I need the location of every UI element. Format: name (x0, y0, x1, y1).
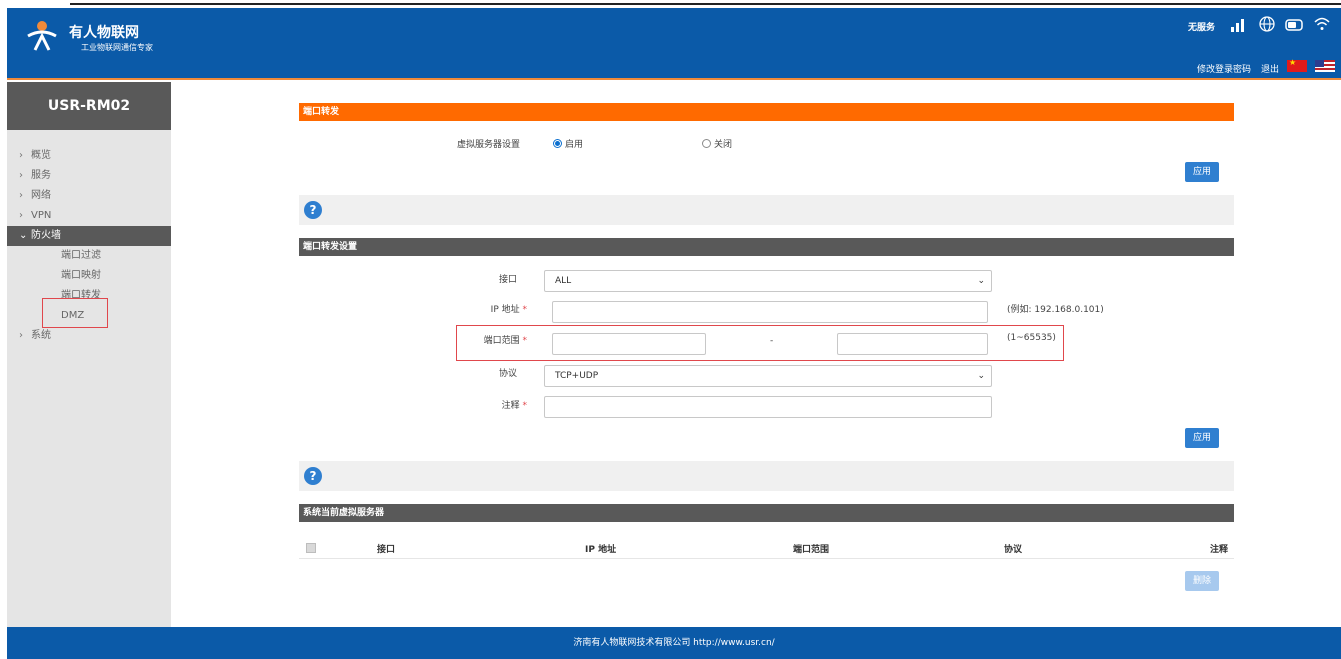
required-mark: * (522, 305, 528, 315)
sidebar-item-system[interactable]: › 系统 (7, 326, 171, 346)
sidebar-item-label: 系统 (31, 330, 51, 341)
main-content: 端口转发 虚拟服务器设置 启用 关闭 应用 ? 端口转发设置 接口 ALL ⌄ I… (171, 82, 1341, 627)
column-header-protocol: 协议 (1004, 545, 1023, 555)
sidebar-item-services[interactable]: › 服务 (7, 166, 171, 186)
disable-radio[interactable]: 关闭 (702, 137, 732, 150)
top-divider (70, 3, 1341, 5)
globe-icon (1259, 16, 1275, 32)
comment-label: 注释 * (407, 398, 527, 411)
ip-label-text: IP 地址 (490, 305, 520, 315)
radio-dot-icon (702, 139, 711, 148)
select-all-checkbox[interactable] (306, 543, 316, 553)
service-status: 无服务 (1187, 23, 1215, 33)
chevron-right-icon: › (19, 190, 23, 201)
column-header-interface: 接口 (377, 545, 396, 555)
sidebar: USR-RM02 › 概览 › 服务 › 网络 › VPN ⌄ 防火墙 端口过滤 端口映射… (7, 82, 171, 627)
sidebar-subitem-port-mapping[interactable]: 端口映射 (7, 266, 171, 286)
interface-select[interactable]: ALL ⌄ (544, 270, 992, 292)
sidebar-subitem-port-filter[interactable]: 端口过滤 (7, 246, 171, 266)
column-header-comment: 注释 (1210, 545, 1229, 555)
required-mark: * (522, 336, 528, 346)
sidebar-item-label: 网络 (31, 190, 51, 201)
protocol-label: 协议 (397, 366, 517, 379)
port-range-label: 端口范围 * (407, 333, 527, 346)
virtual-server-label: 虚拟服务器设置 (457, 140, 521, 150)
help-bar-1: ? (299, 195, 1234, 225)
chevron-down-icon: ⌄ (19, 230, 28, 241)
required-mark: * (522, 401, 528, 411)
column-header-port-range: 端口范围 (793, 545, 830, 555)
protocol-select[interactable]: TCP+UDP ⌄ (544, 365, 992, 387)
chevron-down-icon: ⌄ (977, 276, 985, 286)
port-forward-settings-title: 端口转发设置 (299, 238, 1234, 256)
current-servers-title: 系统当前虚拟服务器 (299, 504, 1234, 522)
usa-flag-icon[interactable] (1315, 60, 1335, 72)
sidebar-item-label: VPN (31, 210, 52, 221)
sidebar-item-label: 防火墙 (31, 230, 61, 241)
usr-logo-icon (27, 21, 57, 51)
port-range-label-text: 端口范围 (483, 336, 520, 346)
chevron-right-icon: › (19, 330, 23, 341)
comment-input[interactable] (544, 396, 992, 418)
interface-select-value: ALL (555, 276, 572, 286)
protocol-label-text: 协议 (498, 369, 517, 379)
port-end-input[interactable] (837, 333, 988, 355)
footer: 济南有人物联网技术有限公司 http://www.usr.cn/ (7, 627, 1341, 659)
sidebar-item-overview[interactable]: › 概览 (7, 146, 171, 166)
comment-label-text: 注释 (501, 401, 520, 411)
sidebar-item-firewall[interactable]: ⌄ 防火墙 (7, 226, 171, 246)
header-bar: 有人物联网 工业物联网通信专家 无服务 修改登录密码 退出 (7, 8, 1341, 80)
port-start-input[interactable] (552, 333, 706, 355)
radio-dot-icon (553, 139, 562, 148)
enable-radio-label: 启用 (565, 140, 584, 150)
help-bar-2: ? (299, 461, 1234, 491)
apply-button-settings[interactable]: 应用 (1185, 428, 1219, 448)
column-header-ip: IP 地址 (585, 545, 617, 555)
help-icon[interactable]: ? (304, 467, 322, 485)
chevron-right-icon: › (19, 210, 23, 221)
chevron-right-icon: › (19, 150, 23, 161)
china-flag-icon[interactable] (1287, 58, 1307, 72)
sidebar-item-vpn[interactable]: › VPN (7, 206, 171, 226)
wifi-icon (1314, 17, 1330, 30)
interface-label: 接口 (397, 272, 517, 285)
logout-link[interactable]: 退出 (1261, 62, 1279, 75)
disable-radio-label: 关闭 (714, 140, 733, 150)
ip-hint: (例如: 192.168.0.101) (1007, 305, 1104, 315)
brand-name: 有人物联网 (69, 25, 139, 41)
protocol-select-value: TCP+UDP (555, 371, 599, 381)
sim-card-icon (1285, 19, 1303, 31)
delete-button[interactable]: 删除 (1185, 571, 1219, 591)
signal-strength-icon (1231, 19, 1244, 32)
table-divider (299, 558, 1234, 559)
help-icon[interactable]: ? (304, 201, 322, 219)
selected-item-highlight (42, 298, 108, 328)
ip-address-input[interactable] (552, 301, 988, 323)
chevron-right-icon: › (19, 170, 23, 181)
port-range-separator: - (770, 336, 774, 346)
apply-button-top[interactable]: 应用 (1185, 162, 1219, 182)
ip-label: IP 地址 * (407, 302, 527, 315)
enable-radio[interactable]: 启用 (553, 137, 583, 150)
port-range-hint: (1~65535) (1007, 333, 1056, 343)
change-password-link[interactable]: 修改登录密码 (1197, 62, 1251, 75)
brand-slogan: 工业物联网通信专家 (81, 43, 153, 52)
sidebar-item-label: 服务 (31, 170, 51, 181)
sidebar-item-network[interactable]: › 网络 (7, 186, 171, 206)
device-model: USR-RM02 (7, 82, 171, 130)
port-forward-title: 端口转发 (299, 103, 1234, 121)
interface-label-text: 接口 (498, 275, 517, 285)
sidebar-item-label: 概览 (31, 150, 51, 161)
chevron-down-icon: ⌄ (977, 371, 985, 381)
